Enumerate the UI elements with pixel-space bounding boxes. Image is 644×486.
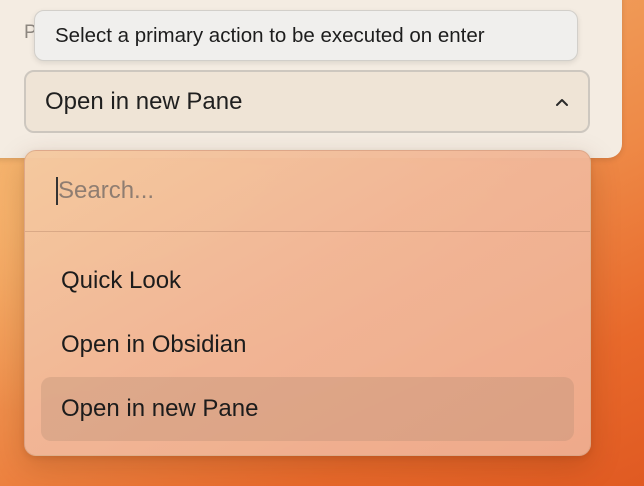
dropdown-search-row [25,151,590,232]
dropdown-search-input[interactable] [58,177,538,205]
option-open-in-new-pane[interactable]: Open in new Pane [41,377,574,441]
option-open-in-obsidian[interactable]: Open in Obsidian [41,313,574,377]
action-dropdown-menu: Quick Look Open in Obsidian Open in new … [24,150,591,456]
primary-action-select[interactable]: Open in new Pane [24,70,590,133]
action-tooltip: Select a primary action to be executed o… [34,10,578,61]
selected-action-value: Open in new Pane [45,87,243,115]
option-quick-look[interactable]: Quick Look [41,249,574,313]
chevron-up-icon [554,94,570,110]
option-list: Quick Look Open in Obsidian Open in new … [25,232,590,441]
